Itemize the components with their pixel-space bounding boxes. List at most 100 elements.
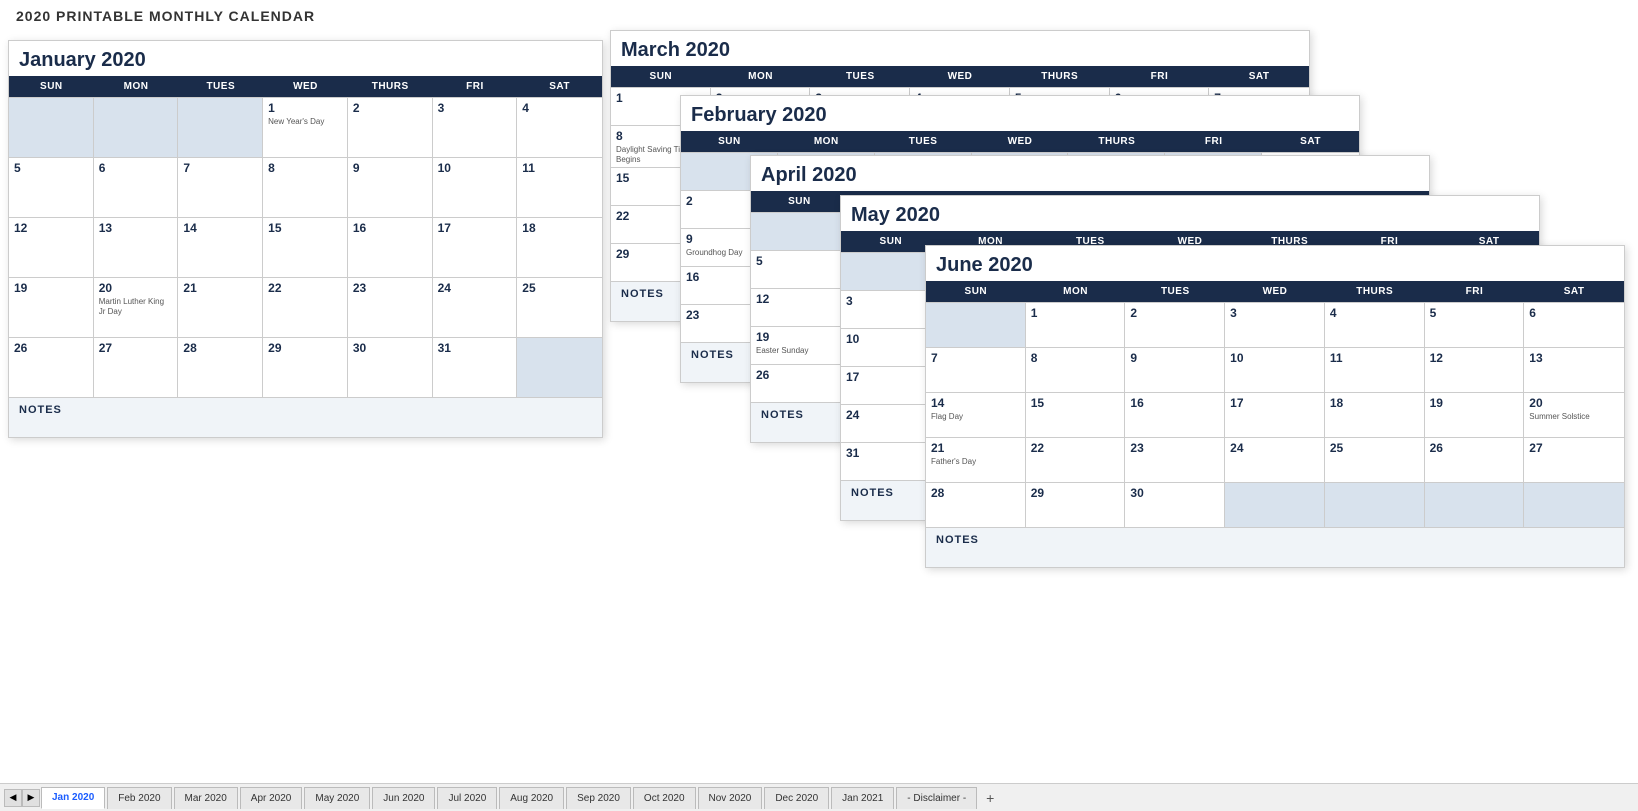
cal-cell: 16 [1125,392,1225,437]
april-title: April 2020 [751,156,1429,191]
cal-cell: 21 [178,277,263,337]
cal-cell: 19Easter Sunday [751,326,848,364]
cal-cell: 12 [751,288,848,326]
scroll-left-arrow[interactable]: ◀ [4,789,22,807]
sheet-tabs: ◀ ▶ Jan 2020Feb 2020Mar 2020Apr 2020May … [0,783,1638,811]
cal-cell [1325,482,1425,527]
cal-cell: 26 [1425,437,1525,482]
cal-cell: 10 [433,157,518,217]
cal-cell: 2 [1125,302,1225,347]
cal-cell: 22 [1026,437,1126,482]
cal-cell: 6 [1524,302,1624,347]
cal-cell: 12 [1425,347,1525,392]
january-notes: NOTES [9,397,602,437]
cal-cell: 30 [1125,482,1225,527]
cal-cell [1425,482,1525,527]
sheet-tab[interactable]: May 2020 [304,787,370,809]
cal-cell: 22 [263,277,348,337]
june-header: SUN MON TUES WED THURS FRI SAT [926,281,1624,302]
cal-cell: 27 [1524,437,1624,482]
cal-cell: 1New Year's Day [263,97,348,157]
sheet-tab[interactable]: Aug 2020 [499,787,564,809]
cal-cell: 24 [433,277,518,337]
sheet-tab[interactable]: Jan 2021 [831,787,894,809]
cal-cell: 15 [263,217,348,277]
sheet-tab[interactable]: Feb 2020 [107,787,171,809]
cal-cell: 6 [94,157,179,217]
march-title: March 2020 [611,31,1309,66]
cal-cell [94,97,179,157]
cal-cell: 30 [348,337,433,397]
cal-cell: 3 [433,97,518,157]
cal-cell: 26 [751,364,848,402]
cal-cell: 29 [263,337,348,397]
june-calendar: June 2020 SUN MON TUES WED THURS FRI SAT… [925,245,1625,568]
cal-cell: 12 [9,217,94,277]
cal-cell: 2 [348,97,433,157]
cal-cell: 20Summer Solstice [1524,392,1624,437]
cal-cell: 7 [178,157,263,217]
cal-cell: 17 [1225,392,1325,437]
cal-cell [926,302,1026,347]
main-container: 2020 PRINTABLE MONTHLY CALENDAR January … [0,0,1638,760]
sheet-tab[interactable]: Mar 2020 [174,787,238,809]
sheet-tab[interactable]: Jan 2020 [41,787,105,809]
cal-cell: 9 [1125,347,1225,392]
app-title: 2020 PRINTABLE MONTHLY CALENDAR [0,0,1638,28]
cal-cell: 15 [1026,392,1126,437]
cal-cell [9,97,94,157]
february-header: SUN MON TUES WED THURS FRI SAT [681,131,1359,152]
cal-cell: 21Father's Day [926,437,1026,482]
sheet-tab[interactable]: Jun 2020 [372,787,435,809]
cal-cell: 18 [1325,392,1425,437]
cal-cell: 19 [9,277,94,337]
cal-cell: 1 [1026,302,1126,347]
cal-cell: 18 [517,217,602,277]
february-title: February 2020 [681,96,1359,131]
add-tab-button[interactable]: + [980,788,1000,808]
sheet-tab[interactable]: Dec 2020 [764,787,829,809]
cal-cell: 5 [1425,302,1525,347]
cal-cell: 17 [433,217,518,277]
cal-cell: 4 [1325,302,1425,347]
june-title: June 2020 [926,246,1624,281]
cal-cell: 16 [348,217,433,277]
january-header: SUN MON TUES WED THURS FRI SAT [9,76,602,97]
sheet-tab[interactable]: Jul 2020 [437,787,497,809]
sheet-tab[interactable]: Apr 2020 [240,787,303,809]
cal-cell: 14Flag Day [926,392,1026,437]
cal-cell: 10 [1225,347,1325,392]
cal-cell: 4 [517,97,602,157]
cal-cell: 23 [348,277,433,337]
may-title: May 2020 [841,196,1539,231]
tab-container: Jan 2020Feb 2020Mar 2020Apr 2020May 2020… [40,787,978,809]
cal-cell: 14 [178,217,263,277]
cal-cell: 9 [348,157,433,217]
cal-cell: 11 [517,157,602,217]
march-header: SUN MON TUES WED THURS FRI SAT [611,66,1309,87]
sheet-tab[interactable]: Sep 2020 [566,787,631,809]
cal-cell: 28 [926,482,1026,527]
cal-cell [1524,482,1624,527]
cal-cell: 13 [94,217,179,277]
june-grid: 1 2 3 4 5 6 7 8 9 10 11 12 13 14Flag Day… [926,302,1624,527]
cal-cell: 25 [1325,437,1425,482]
sheet-tab[interactable]: - Disclaimer - [896,787,977,809]
sheet-tab[interactable]: Oct 2020 [633,787,696,809]
cal-cell: 11 [1325,347,1425,392]
january-grid: 1New Year's Day 2 3 4 5 6 7 8 9 10 11 12… [9,97,602,397]
june-notes: NOTES [926,527,1624,567]
cal-cell: 8 [1026,347,1126,392]
cal-cell: 5 [751,250,848,288]
january-title: January 2020 [9,41,602,76]
scroll-right-arrow[interactable]: ▶ [22,789,40,807]
cal-cell: 13 [1524,347,1624,392]
cal-cell [178,97,263,157]
cal-cell: 8 [263,157,348,217]
cal-cell: 29 [1026,482,1126,527]
cal-cell: 7 [926,347,1026,392]
sheet-tab[interactable]: Nov 2020 [698,787,763,809]
cal-cell: 19 [1425,392,1525,437]
cal-cell [517,337,602,397]
january-calendar: January 2020 SUN MON TUES WED THURS FRI … [8,40,603,438]
